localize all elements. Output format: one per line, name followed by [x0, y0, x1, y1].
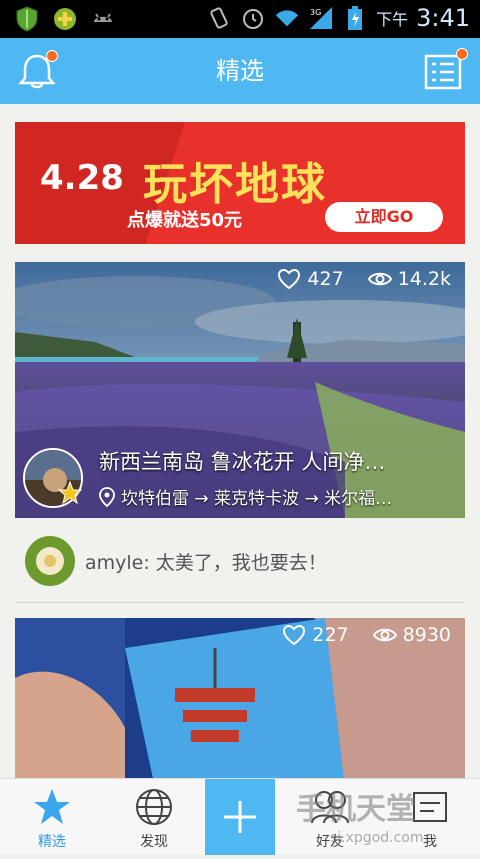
- location-icon: [99, 486, 115, 507]
- views-count: 14.2k: [397, 268, 451, 290]
- status-time: 3:41: [416, 4, 470, 32]
- profile-icon: [413, 792, 447, 822]
- star-icon: [34, 789, 70, 824]
- shield-icon: [14, 6, 40, 32]
- comment-row[interactable]: amyle: 太美了，我也要去！: [15, 530, 465, 592]
- tab-featured[interactable]: 精选: [18, 779, 86, 855]
- notification-dot: [46, 50, 58, 62]
- status-bar: 3G 下午 3:41: [0, 0, 480, 38]
- app-header: 精选: [0, 38, 480, 104]
- wifi-icon: [274, 5, 300, 31]
- plus-icon: [224, 801, 256, 833]
- tab-discover[interactable]: 发现: [120, 779, 188, 855]
- status-notification-icons: [14, 6, 116, 32]
- card-title: 新西兰南岛 鲁冰花开 人间净…: [99, 450, 386, 474]
- battery-icon: [342, 5, 368, 31]
- network-label: 3G: [310, 8, 321, 17]
- watermark: 手机天堂: [296, 792, 416, 827]
- status-system-icons: 3G 下午 3:41: [206, 4, 470, 32]
- add-button[interactable]: [205, 779, 275, 855]
- android-icon: [90, 6, 116, 32]
- tab-label: 发现: [140, 834, 168, 850]
- watermark-url: sj.xpgod.com: [330, 830, 424, 846]
- banner-title: 玩坏地球: [143, 159, 327, 210]
- card-route: 坎特伯雷 → 莱克特卡波 → 米尔福…: [99, 484, 392, 509]
- eye-icon: [372, 628, 397, 642]
- star-icon: [57, 480, 83, 505]
- list-dot: [456, 48, 468, 60]
- feed-card[interactable]: 427 14.2k 新西兰南岛 鲁冰花开 人间净… 坎特伯雷 → 莱克特卡波 →…: [15, 262, 465, 518]
- page-title: 精选: [216, 57, 264, 85]
- eye-icon: [367, 272, 392, 286]
- signal-icon: 3G: [308, 5, 334, 31]
- comment-text: amyle: 太美了，我也要去！: [85, 552, 327, 574]
- promo-banner[interactable]: 4.28 玩坏地球 点爆就送50元 立即GO: [15, 122, 465, 244]
- list-button[interactable]: [422, 48, 468, 92]
- globe-icon: [136, 789, 172, 825]
- notification-button[interactable]: [16, 50, 58, 92]
- vibrate-icon: [206, 5, 232, 31]
- feed-content[interactable]: 4.28 玩坏地球 点爆就送50元 立即GO 427 14.2k 新西兰南岛 鲁…: [0, 104, 480, 778]
- route-text: 坎特伯雷 → 莱克特卡波 → 米尔福…: [121, 489, 393, 509]
- commenter-avatar[interactable]: [25, 536, 75, 586]
- game-controller-icon: [52, 6, 78, 32]
- divider: [15, 602, 465, 603]
- banner-subtitle: 点爆就送50元: [127, 210, 243, 231]
- card-stats: 427 14.2k: [277, 268, 451, 290]
- feed-card[interactable]: 227 8930: [15, 618, 465, 778]
- likes-count: 227: [312, 624, 349, 646]
- banner-go-button[interactable]: 立即GO: [325, 202, 443, 232]
- heart-icon[interactable]: [282, 624, 306, 646]
- heart-icon[interactable]: [277, 268, 301, 290]
- banner-number: 4.28: [40, 158, 124, 198]
- views-count: 8930: [402, 624, 451, 646]
- alarm-icon: [240, 5, 266, 31]
- card-stats: 227 8930: [282, 624, 451, 646]
- likes-count: 427: [307, 268, 344, 290]
- tab-label: 精选: [38, 834, 66, 850]
- status-ampm: 下午: [376, 10, 409, 29]
